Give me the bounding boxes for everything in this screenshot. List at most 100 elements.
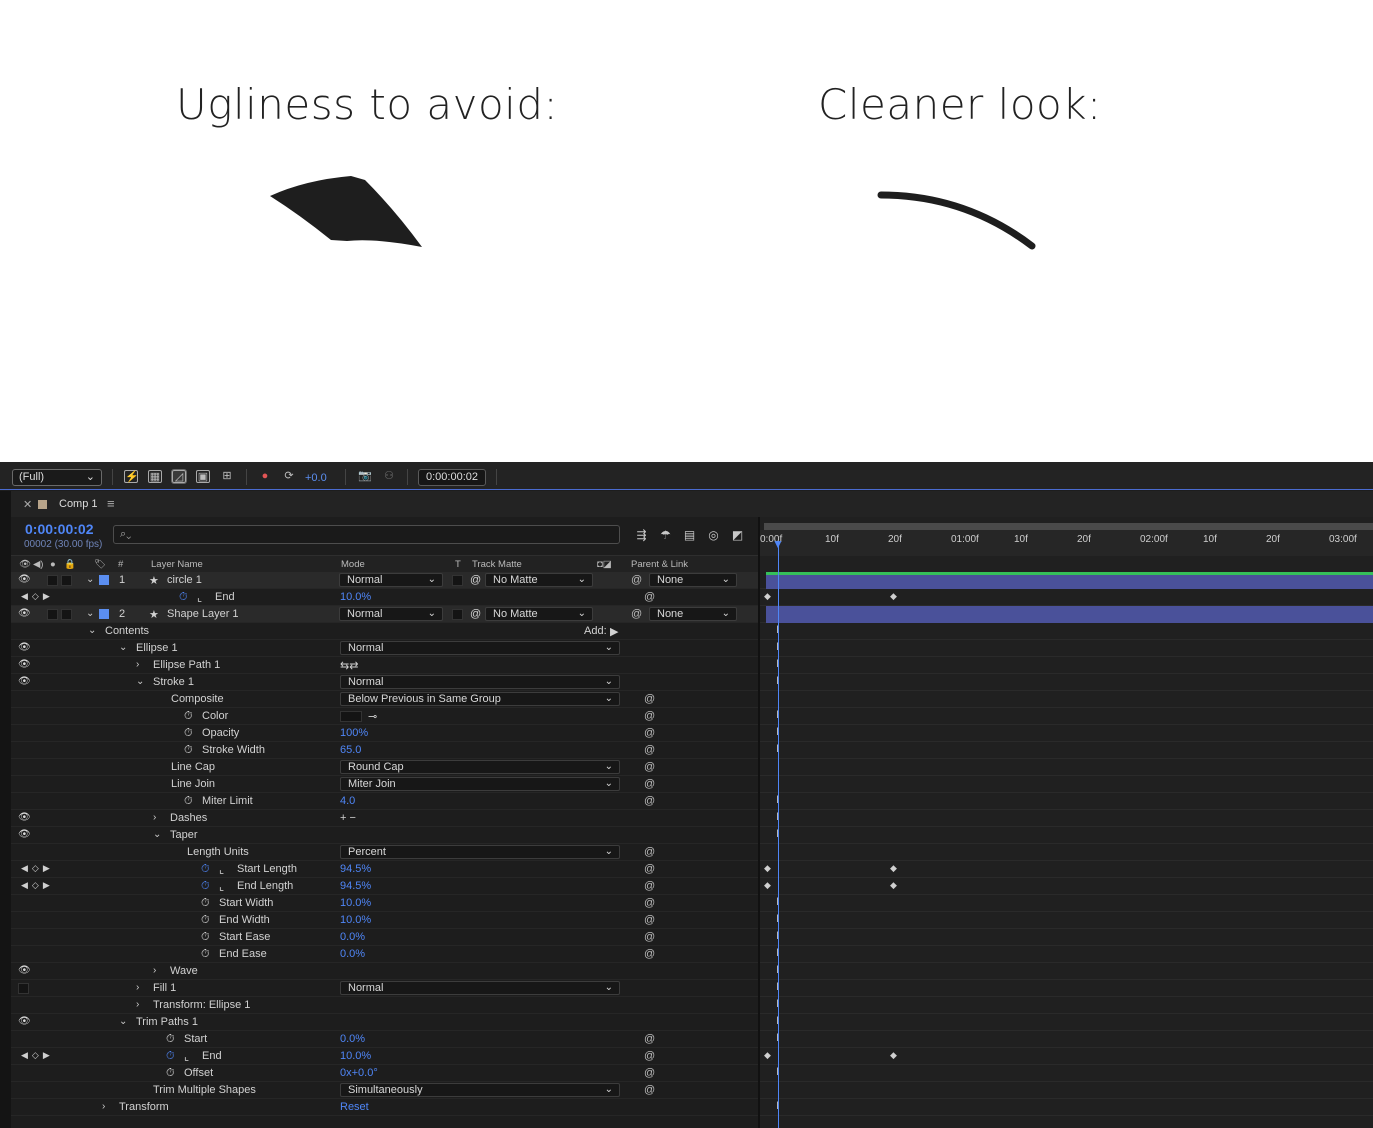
audio-column-icon[interactable]: ◀) (33, 559, 43, 570)
expression-pickwhip-icon[interactable]: @ (644, 897, 655, 909)
property-value[interactable]: 10.0% (340, 897, 371, 909)
property-name[interactable]: Trim Multiple Shapes (153, 1084, 256, 1096)
property-value[interactable]: 10.0% (340, 591, 371, 603)
property-row[interactable]: Line Join Miter Join ⌄ @ (11, 776, 759, 793)
expression-pickwhip-icon[interactable]: @ (644, 880, 655, 892)
property-row[interactable]: 👁 ⌄ Trim Paths 1 (11, 1014, 759, 1031)
solo-column-icon[interactable]: ● (50, 559, 56, 570)
chevron-down-icon[interactable]: ⌄ (119, 1016, 127, 1027)
property-name[interactable]: Opacity (202, 727, 239, 739)
property-row[interactable]: Line Cap Round Cap ⌄ @ (11, 759, 759, 776)
fast-preview-icon[interactable]: ⚡ (124, 470, 139, 483)
expression-pickwhip-icon[interactable]: @ (644, 778, 655, 790)
close-icon[interactable]: ✕ (23, 498, 32, 511)
property-row[interactable]: Trim Multiple Shapes Simultaneously ⌄ @ (11, 1082, 759, 1099)
property-row[interactable]: › Fill 1 Normal ⌄ (11, 980, 759, 997)
layer-name-column[interactable]: Layer Name (151, 559, 203, 570)
keyframe-navigator-icon[interactable]: ◀◇▶ (21, 1050, 54, 1061)
property-name[interactable]: Offset (184, 1067, 213, 1079)
keyframe-navigator-icon[interactable]: ◀◇▶ (21, 591, 54, 602)
property-row[interactable]: 👁 ⌄ Taper (11, 827, 759, 844)
color-swatch[interactable] (340, 711, 362, 722)
property-row[interactable]: ◀◇▶ ⏱ ⌞ End 10.0% @ (11, 589, 759, 606)
keyframe-navigator-icon[interactable]: ◀◇▶ (21, 880, 54, 891)
chevron-right-icon[interactable]: › (153, 812, 156, 823)
chevron-right-icon[interactable]: › (136, 659, 139, 670)
stopwatch-icon[interactable]: ⏱ (184, 710, 193, 723)
property-row[interactable]: 👁 ⌄ Stroke 1 Normal ⌄ (11, 674, 759, 691)
graph-icon[interactable]: ⌞ (184, 1050, 189, 1063)
property-value[interactable]: 4.0 (340, 795, 355, 807)
expression-pickwhip-icon[interactable]: @ (644, 795, 655, 807)
property-dropdown[interactable]: Below Previous in Same Group ⌄ (340, 692, 620, 706)
keyframe-diamond[interactable]: ◆ (764, 1050, 771, 1061)
composition-flowchart-icon[interactable]: ⇶ (634, 528, 649, 542)
chevron-right-icon[interactable]: › (153, 965, 156, 976)
property-row[interactable]: ⏱ Start Width 10.0% @ (11, 895, 759, 912)
expression-pickwhip-icon[interactable]: @ (644, 1067, 655, 1079)
expression-pickwhip-icon[interactable]: @ (644, 1084, 655, 1096)
property-name[interactable]: Start Ease (219, 931, 270, 943)
guides-icon[interactable]: ⊞ (220, 470, 234, 483)
property-row[interactable]: ⏱ Stroke Width 65.0 @ (11, 742, 759, 759)
property-name[interactable]: Fill 1 (153, 982, 176, 994)
property-row[interactable]: Length Units Percent ⌄ @ (11, 844, 759, 861)
stopwatch-icon[interactable]: ⏱ (166, 1067, 175, 1080)
add-play-icon[interactable]: ▶ (610, 625, 618, 638)
chevron-down-icon[interactable]: ⌄ (86, 608, 94, 619)
keyframe-diamond[interactable]: ◆ (890, 863, 897, 874)
comp-timecode[interactable]: 0:00:00:02 (25, 521, 94, 537)
property-value[interactable]: 94.5% (340, 880, 371, 892)
property-value[interactable]: 10.0% (340, 1050, 371, 1062)
switch-box[interactable] (61, 575, 72, 586)
track-matte-dropdown[interactable]: No Matte ⌄ (485, 607, 593, 621)
expression-pickwhip-icon[interactable]: @ (644, 914, 655, 926)
property-name[interactable]: Length Units (187, 846, 249, 858)
property-name[interactable]: Ellipse 1 (136, 642, 178, 654)
property-row[interactable]: ⏱ End Ease 0.0% @ (11, 946, 759, 963)
property-name[interactable]: End (215, 591, 235, 603)
property-name[interactable]: Line Cap (171, 761, 215, 773)
property-name[interactable]: Trim Paths 1 (136, 1016, 198, 1028)
eye-column-icon[interactable]: 👁 (19, 559, 31, 570)
stopwatch-icon[interactable]: ⏱ (201, 948, 210, 961)
property-row[interactable]: ⏱ Offset 0x+0.0° @ (11, 1065, 759, 1082)
property-name[interactable]: Ellipse Path 1 (153, 659, 220, 671)
parent-pickwhip-icon[interactable]: @ (631, 608, 642, 620)
exposure-value[interactable]: +0.0 (305, 472, 327, 484)
property-name[interactable]: Line Join (171, 778, 215, 790)
property-name[interactable]: End Length (237, 880, 293, 892)
chevron-right-icon[interactable]: › (136, 999, 139, 1010)
expression-pickwhip-icon[interactable]: @ (644, 863, 655, 875)
property-row[interactable]: 👁 › Dashes + − (11, 810, 759, 827)
mode-dropdown[interactable]: Normal ⌄ (339, 607, 443, 621)
keyframe-diamond[interactable]: ◆ (764, 880, 771, 891)
property-dropdown[interactable]: Miter Join ⌄ (340, 777, 620, 791)
chevron-down-icon[interactable]: ⌄ (136, 676, 144, 687)
switch-box[interactable] (47, 575, 58, 586)
property-row[interactable]: ⏱ Start Ease 0.0% @ (11, 929, 759, 946)
stopwatch-icon[interactable]: ⏱ (179, 591, 188, 604)
panel-menu-icon[interactable]: ≡ (107, 496, 115, 511)
switch-box[interactable] (47, 609, 58, 620)
expression-pickwhip-icon[interactable]: @ (644, 1033, 655, 1045)
property-value[interactable]: 10.0% (340, 914, 371, 926)
property-row[interactable]: 👁 ⌄ Ellipse 1 Normal ⌄ (11, 640, 759, 657)
keyframe-diamond[interactable]: ◆ (764, 863, 771, 874)
pickwhip-icon[interactable]: @ (470, 574, 481, 586)
chevron-down-icon[interactable]: ⌄ (119, 642, 127, 653)
expression-pickwhip-icon[interactable]: @ (644, 1050, 655, 1062)
layer-search-input[interactable]: ⌕⌄ (113, 525, 620, 544)
eye-icon[interactable]: 👁 (18, 676, 31, 687)
property-row[interactable]: Composite Below Previous in Same Group ⌄ @ (11, 691, 759, 708)
transparency-grid-icon[interactable]: ▦ (148, 470, 162, 483)
eye-icon[interactable]: 👁 (18, 829, 31, 840)
stopwatch-icon[interactable]: ⏱ (201, 897, 210, 910)
channel-icon[interactable]: ● (258, 470, 272, 483)
motion-blur-icon[interactable]: ◎ (706, 528, 721, 542)
mask-visibility-icon[interactable]: ◿ (171, 469, 187, 484)
label-color-swatch[interactable] (99, 575, 109, 585)
expression-pickwhip-icon[interactable]: @ (644, 948, 655, 960)
property-value[interactable]: 0.0% (340, 931, 365, 943)
chevron-down-icon[interactable]: ⌄ (88, 625, 96, 636)
